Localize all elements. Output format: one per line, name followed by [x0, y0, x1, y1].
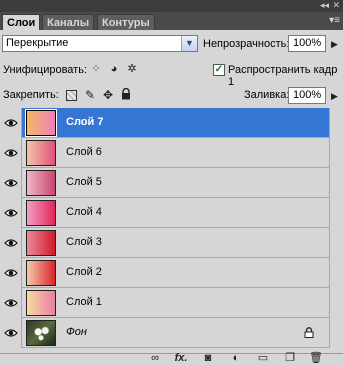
- visibility-toggle[interactable]: [0, 168, 22, 198]
- collapse-panel-icon[interactable]: ◂◂: [320, 0, 329, 11]
- fx-layer-style-icon[interactable]: fx.: [174, 352, 188, 365]
- layer-row[interactable]: Слой 7: [0, 108, 329, 138]
- visibility-toggle[interactable]: [0, 318, 22, 348]
- unify-position-icon[interactable]: ⁘: [88, 62, 104, 76]
- layers-list: Слой 7 Слой 6 Слой 5 Слой 4 Слой 3 Слой 2 Слой…: [0, 108, 343, 348]
- lock-label: Закрепить:: [3, 89, 59, 101]
- layer-row[interactable]: Слой 1: [0, 288, 329, 318]
- add-mask-icon[interactable]: ◙: [201, 352, 215, 365]
- visibility-toggle[interactable]: [0, 198, 22, 228]
- lock-transparent-pixels-icon[interactable]: [66, 90, 77, 101]
- layer-name: Фон: [66, 326, 87, 338]
- panel-bottom-toolbar: ∞ fx. ◙ ◐ ▭ ❐ 🗑: [0, 352, 343, 365]
- fill-label: Заливка:: [244, 89, 290, 101]
- tab-paths[interactable]: Контуры: [97, 14, 155, 30]
- visibility-toggle[interactable]: [0, 258, 22, 288]
- layer-name: Слой 2: [66, 266, 102, 278]
- layer-name: Слой 5: [66, 176, 102, 188]
- layer-name: Слой 7: [66, 116, 104, 128]
- propagate-frame-checkbox[interactable]: ✓: [213, 64, 225, 76]
- panel-menu-icon[interactable]: ▾≡: [329, 15, 340, 27]
- layers-scrollbar[interactable]: [329, 108, 343, 348]
- layer-name: Слой 1: [66, 296, 102, 308]
- layer-row[interactable]: Слой 5: [0, 168, 329, 198]
- eye-icon: [4, 239, 18, 247]
- visibility-toggle[interactable]: [0, 288, 22, 318]
- layer-thumbnail[interactable]: [25, 109, 57, 137]
- lock-icon: [304, 327, 314, 338]
- opacity-slider-arrow-icon[interactable]: ▶: [331, 39, 338, 50]
- eye-icon: [4, 119, 18, 127]
- visibility-toggle[interactable]: [0, 138, 22, 168]
- unify-row: Унифицировать: ⁘ ◕ ✲ ✓ Распространить ка…: [0, 58, 343, 88]
- tab-channels[interactable]: Каналы: [42, 14, 95, 30]
- layer-thumbnail[interactable]: [26, 200, 56, 226]
- link-layers-icon[interactable]: ∞: [148, 352, 162, 365]
- layers-panel: Перекрытие ▼ Непрозрачность: 100% ▶ Униф…: [0, 30, 343, 353]
- eye-icon: [4, 269, 18, 277]
- lock-image-pixels-icon[interactable]: ✎: [83, 88, 97, 102]
- visibility-toggle[interactable]: [0, 228, 22, 258]
- layer-thumbnail[interactable]: [26, 290, 56, 316]
- tab-layers[interactable]: Слои: [2, 14, 41, 30]
- new-layer-icon[interactable]: ❐: [283, 352, 297, 365]
- fill-input[interactable]: 100%: [288, 87, 326, 104]
- layer-row[interactable]: Слой 4: [0, 198, 329, 228]
- opacity-input[interactable]: 100%: [288, 35, 326, 52]
- unify-style-icon[interactable]: ✲: [124, 62, 140, 76]
- chevron-down-icon[interactable]: ▼: [181, 36, 197, 51]
- eye-icon: [4, 299, 18, 307]
- layer-thumbnail[interactable]: [26, 230, 56, 256]
- lock-fill-row: Закрепить: ✎ ✥ Заливка: 100% ▶: [0, 82, 343, 108]
- unify-label: Унифицировать:: [3, 64, 88, 76]
- layer-row[interactable]: Слой 2: [0, 258, 329, 288]
- adjustment-layer-icon[interactable]: ◐: [229, 352, 243, 365]
- unify-visibility-icon[interactable]: ◕: [106, 62, 122, 76]
- blend-mode-select[interactable]: Перекрытие ▼: [2, 35, 198, 52]
- eye-icon: [4, 179, 18, 187]
- lock-all-icon[interactable]: [119, 87, 133, 102]
- layer-name: Слой 4: [66, 206, 102, 218]
- layer-row[interactable]: Фон: [0, 318, 329, 348]
- panel-top-bar: ◂◂ ✕: [0, 0, 343, 12]
- visibility-toggle[interactable]: [0, 108, 22, 138]
- layer-thumbnail[interactable]: [26, 260, 56, 286]
- eye-icon: [4, 209, 18, 217]
- layer-thumbnail[interactable]: [26, 140, 56, 166]
- blend-mode-value: Перекрытие: [6, 37, 69, 49]
- layer-name: Слой 6: [66, 146, 102, 158]
- opacity-label: Непрозрачность:: [203, 38, 290, 50]
- eye-icon: [4, 149, 18, 157]
- layer-name: Слой 3: [66, 236, 102, 248]
- close-panel-icon[interactable]: ✕: [332, 0, 340, 11]
- fill-slider-arrow-icon[interactable]: ▶: [331, 91, 338, 102]
- blend-opacity-row: Перекрытие ▼ Непрозрачность: 100% ▶: [0, 30, 343, 58]
- new-group-icon[interactable]: ▭: [256, 352, 270, 365]
- layer-row[interactable]: Слой 6: [0, 138, 329, 168]
- layer-row[interactable]: Слой 3: [0, 228, 329, 258]
- panel-tab-bar: Слои Каналы Контуры ▾≡: [0, 12, 343, 30]
- layer-thumbnail[interactable]: [26, 170, 56, 196]
- delete-layer-icon[interactable]: 🗑: [309, 352, 323, 365]
- layer-thumbnail[interactable]: [26, 320, 56, 346]
- eye-icon: [4, 329, 18, 337]
- lock-position-icon[interactable]: ✥: [101, 88, 115, 102]
